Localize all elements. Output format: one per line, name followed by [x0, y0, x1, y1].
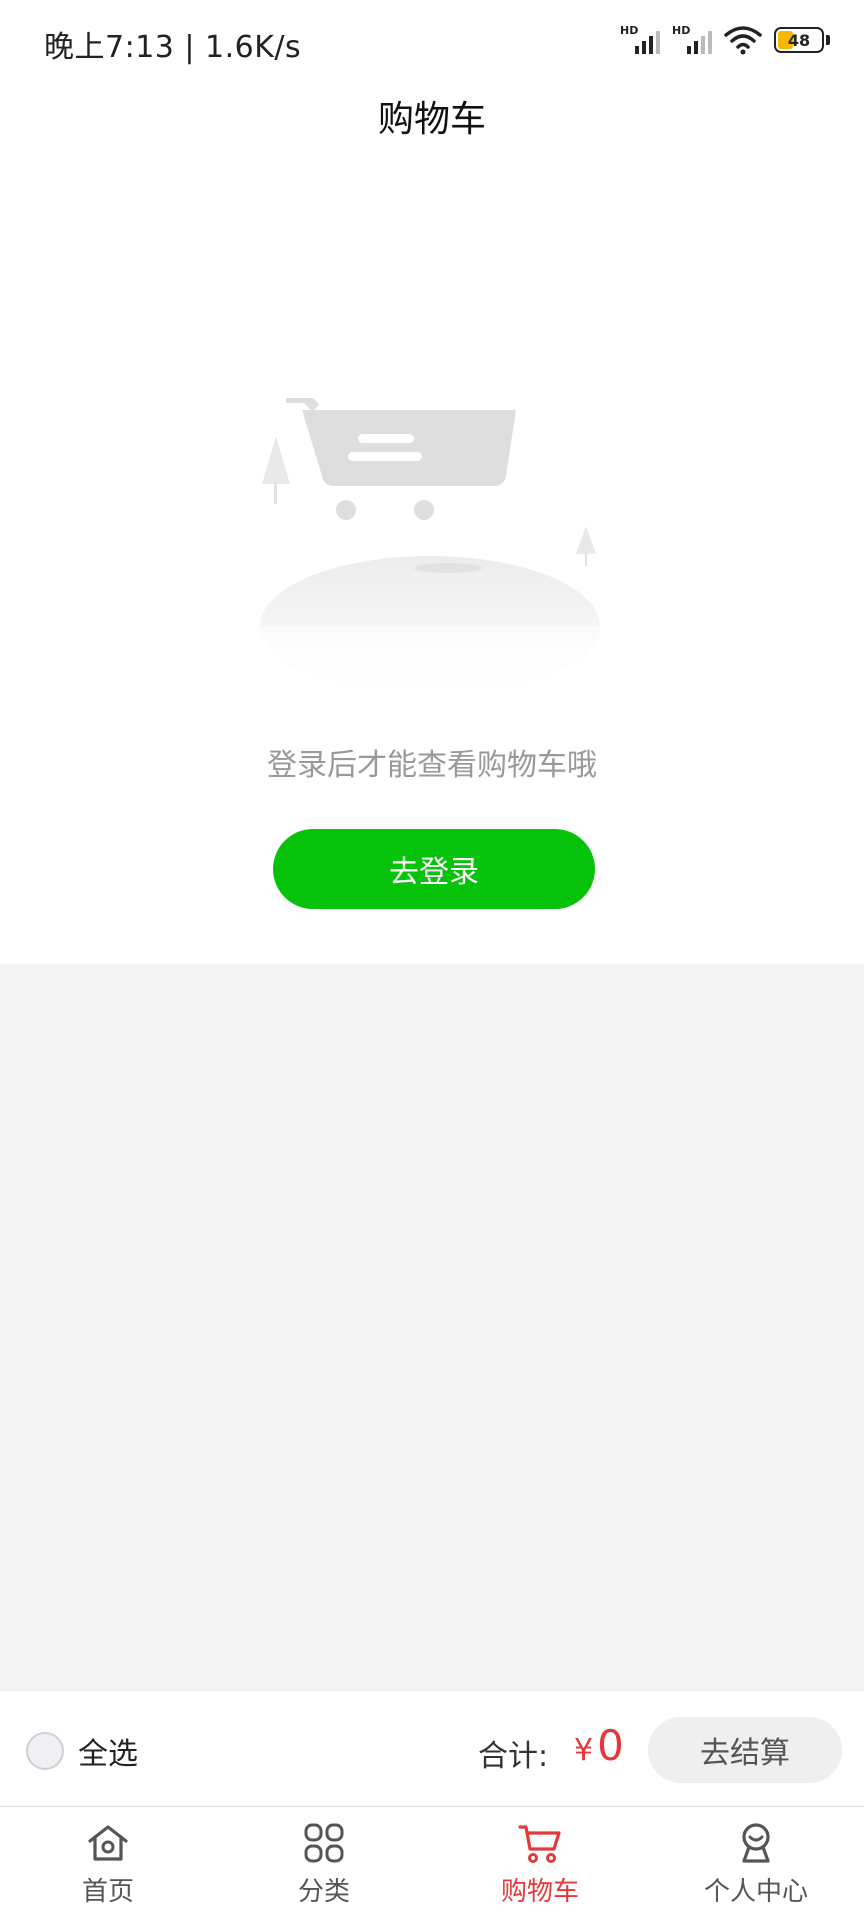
empty-cart-illustration [250, 398, 610, 694]
empty-state: 登录后才能查看购物车哦 去登录 [0, 180, 864, 964]
tab-category-label: 分类 [297, 1877, 350, 1907]
total-label: 合计: [478, 1739, 549, 1774]
tab-category[interactable]: 分类 [216, 1807, 432, 1920]
header: 购物车 [0, 84, 864, 180]
status-icons: HD HD 48 [620, 24, 830, 56]
tab-profile[interactable]: 个人中心 [648, 1807, 864, 1920]
empty-state-message: 登录后才能查看购物车哦 [267, 748, 597, 783]
total-amount: ¥ 0 [574, 1721, 624, 1770]
tab-home[interactable]: 首页 [0, 1807, 216, 1920]
signal-1-icon: HD [620, 24, 660, 56]
status-time-speed: 晚上7:13 | 1.6K/s [44, 30, 302, 65]
tab-cart[interactable]: 购物车 [432, 1807, 648, 1920]
category-grid-icon [304, 1823, 344, 1863]
home-icon [88, 1825, 128, 1861]
bottom-tab-bar: 首页 分类 购物车 个人中心 [0, 1806, 864, 1920]
tab-home-label: 首页 [81, 1877, 134, 1907]
tab-cart-label: 购物车 [500, 1877, 579, 1907]
status-bar: 晚上7:13 | 1.6K/s HD HD 48 [0, 0, 864, 84]
battery-level: 48 [787, 30, 811, 50]
battery-icon: 48 [774, 27, 830, 53]
checkout-bar: 全选 合计: ¥ 0 去结算 [0, 1690, 864, 1806]
cart-icon [518, 1825, 561, 1863]
select-all-label: 全选 [78, 1737, 138, 1772]
select-all-toggle[interactable]: 全选 [26, 1729, 138, 1773]
page-title: 购物车 [377, 99, 486, 140]
signal-2-icon: HD [672, 24, 712, 56]
cart-page: 晚上7:13 | 1.6K/s HD HD 48 购物车 登录后才能查看购物车哦… [0, 0, 864, 1920]
wifi-icon [724, 26, 762, 55]
login-button[interactable]: 去登录 [273, 829, 595, 909]
user-icon [742, 1823, 770, 1863]
checkout-button[interactable]: 去结算 [648, 1717, 842, 1783]
tab-profile-label: 个人中心 [703, 1877, 808, 1907]
total-value: 0 [597, 1721, 624, 1770]
select-all-radio[interactable] [26, 1732, 64, 1770]
currency-symbol: ¥ [574, 1733, 594, 1768]
